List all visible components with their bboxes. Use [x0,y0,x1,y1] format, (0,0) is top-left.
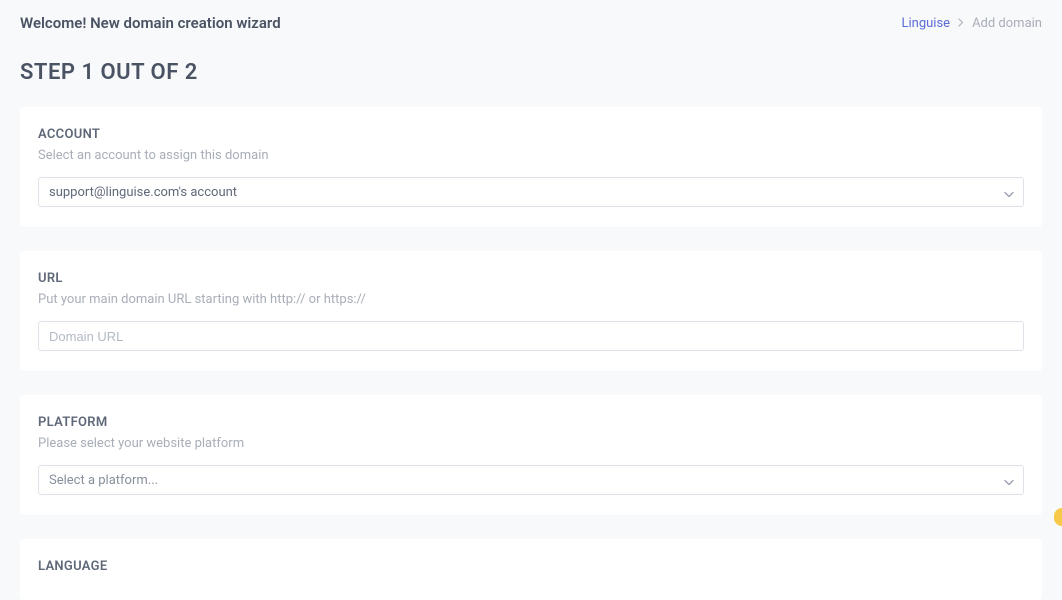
url-sublabel: Put your main domain URL starting with h… [38,292,1024,307]
help-widget-icon[interactable] [1054,508,1062,526]
breadcrumb-link-linguise[interactable]: Linguise [901,16,950,31]
page-title: Welcome! New domain creation wizard [20,14,281,32]
step-heading: STEP 1 OUT OF 2 [20,60,1042,85]
url-section: URL Put your main domain URL starting wi… [20,251,1042,371]
account-select-value: support@linguise.com's account [49,185,237,200]
language-section: LANGUAGE [20,539,1042,600]
platform-sublabel: Please select your website platform [38,436,1024,451]
breadcrumb-current: Add domain [972,16,1042,31]
domain-url-input[interactable] [38,321,1024,351]
account-sublabel: Select an account to assign this domain [38,148,1024,163]
account-section: ACCOUNT Select an account to assign this… [20,107,1042,227]
platform-select-value: Select a platform... [49,473,158,488]
platform-select[interactable]: Select a platform... [38,465,1024,495]
account-select[interactable]: support@linguise.com's account [38,177,1024,207]
breadcrumb: Linguise Add domain [901,16,1042,31]
language-label: LANGUAGE [38,559,1024,574]
platform-label: PLATFORM [38,415,1024,430]
platform-section: PLATFORM Please select your website plat… [20,395,1042,515]
account-label: ACCOUNT [38,127,1024,142]
chevron-right-icon [958,17,964,30]
url-label: URL [38,271,1024,286]
